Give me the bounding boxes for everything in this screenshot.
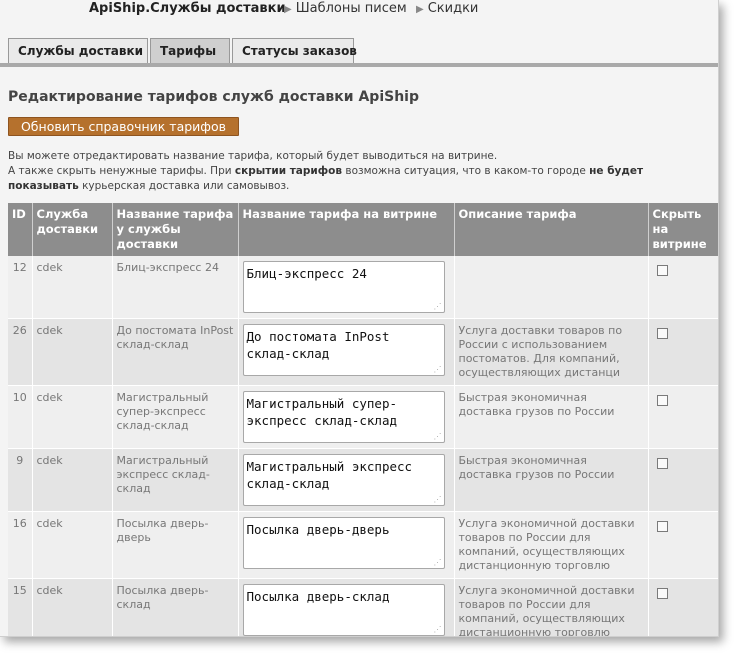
cell-description: Услуга экономичной доставки товаров по Р… [454, 511, 649, 579]
cell-service: cdek [32, 256, 113, 319]
column-header-id: ID [8, 203, 33, 256]
resize-grip-icon[interactable]: ⋰ [434, 496, 442, 504]
info-line-3: показывать курьерская доставка или самов… [8, 179, 643, 194]
display-name-value[interactable]: Блиц-экспресс 24 [247, 266, 367, 281]
table-row: 26 cdek До постомата InPost склад-склад До … [8, 318, 718, 386]
cell-id: 26 [8, 318, 33, 386]
tab-delivery-services[interactable]: Службы доставки [8, 38, 148, 63]
display-name-input[interactable]: Блиц-экспресс 24 ⋰ [242, 261, 445, 313]
info-emphasis: скрытии тарифов [234, 165, 343, 177]
cell-tariff-name: Магистральный экспресс склад-склад [112, 448, 239, 512]
cell-id: 9 [8, 448, 33, 512]
tariffs-table: ID Служба доставки Название тарифа у слу… [8, 203, 718, 636]
info-text-fragment: возможна ситуация, что в каком-то городе [342, 165, 590, 177]
table-row: 9 cdek Магистральный экспресс склад-склад М… [8, 448, 718, 512]
cell-service: cdek [32, 385, 113, 449]
display-name-value[interactable]: Магистральный экспресс склад-склад [247, 459, 420, 491]
tab-order-statuses[interactable]: Статусы заказов [232, 38, 357, 63]
hide-checkbox[interactable] [656, 458, 668, 469]
cell-id: 16 [8, 511, 33, 579]
table-header-row: ID Служба доставки Название тарифа у слу… [8, 203, 718, 256]
display-name-input[interactable]: Посылка дверь-дверь ⋰ [242, 517, 445, 569]
resize-grip-icon[interactable]: ⋰ [434, 433, 442, 441]
table-row: 15 cdek Посылка дверь-склад Посылка дверь-с… [8, 578, 718, 636]
resize-grip-icon[interactable]: ⋰ [434, 626, 442, 634]
cell-tariff-name: Блиц-экспресс 24 [112, 256, 239, 319]
cell-service: cdek [32, 511, 113, 579]
cell-service: cdek [32, 318, 113, 386]
cell-display-name: До постомата InPost склад-склад ⋰ [238, 318, 455, 386]
cell-hide [648, 448, 718, 512]
page-title: Редактирование тарифов служб доставки Ap… [8, 89, 419, 105]
arrow-right-icon: ▶ [284, 4, 292, 15]
cell-display-name: Магистральный супер-экспресс склад-склад… [238, 385, 455, 449]
table-row: 12 cdek Блиц-экспресс 24 Блиц-экспресс 24 ⋰ [8, 256, 718, 319]
nav-link-label[interactable]: Скидки [428, 1, 479, 16]
hide-checkbox[interactable] [656, 588, 668, 599]
nav-link-email-templates[interactable]: ▶ Шаблоны писем [284, 1, 407, 16]
column-header-display-name: Название тарифа на витрине [238, 203, 455, 256]
resize-grip-icon[interactable]: ⋰ [434, 366, 442, 374]
cell-hide [648, 256, 718, 319]
display-name-value[interactable]: Магистральный супер-экспресс склад-склад [247, 396, 398, 428]
display-name-input[interactable]: До постомата InPost склад-склад ⋰ [242, 324, 445, 376]
tab-underline [0, 63, 718, 67]
app-window: ApiShip.Службы доставки ▶ Шаблоны писем ▶… [0, 0, 719, 637]
display-name-input[interactable]: Магистральный экспресс склад-склад ⋰ [242, 454, 445, 506]
hide-checkbox[interactable] [656, 395, 668, 406]
cell-hide [648, 318, 718, 386]
nav-link-discounts[interactable]: ▶ Скидки [416, 1, 478, 16]
cell-hide [648, 578, 718, 636]
resize-grip-icon[interactable]: ⋰ [434, 559, 442, 567]
cell-description [454, 256, 649, 319]
tab-tariffs[interactable]: Тарифы [150, 38, 230, 63]
info-line-2: А также скрыть ненужные тарифы. При скры… [8, 164, 643, 179]
info-text: Вы можете отредактировать название тариф… [8, 149, 643, 194]
info-text-fragment: курьерская доставка или самовывоз. [78, 180, 290, 192]
refresh-tariffs-button[interactable]: Обновить справочник тарифов [8, 117, 239, 136]
cell-hide [648, 385, 718, 449]
table-row: 10 cdek Магистральный супер-экспресс склад… [8, 385, 718, 449]
cell-description: Быстрая экономичная доставка грузов по Р… [454, 385, 649, 449]
cell-hide [648, 511, 718, 579]
display-name-value[interactable]: Посылка дверь-дверь [247, 522, 390, 537]
arrow-right-icon: ▶ [416, 4, 424, 15]
display-name-input[interactable]: Магистральный супер-экспресс склад-склад… [242, 391, 445, 443]
info-emphasis: не будет [589, 165, 644, 177]
app-title: ApiShip.Службы доставки [89, 1, 286, 16]
cell-tariff-name: Посылка дверь-склад [112, 578, 239, 636]
display-name-value[interactable]: Посылка дверь-склад [247, 589, 390, 604]
info-emphasis: показывать [8, 180, 79, 192]
cell-description: Быстрая экономичная доставка грузов по Р… [454, 448, 649, 512]
cell-description: Услуга доставки товаров по России с испо… [454, 318, 649, 386]
cell-service: cdek [32, 448, 113, 512]
cell-description: Услуга экономичной доставки товаров по Р… [454, 578, 649, 636]
cell-display-name: Магистральный экспресс склад-склад ⋰ [238, 448, 455, 512]
cell-tariff-name: Посылка дверь-дверь [112, 511, 239, 579]
info-text-fragment: А также скрыть ненужные тарифы. При [8, 165, 235, 177]
display-name-input[interactable]: Посылка дверь-склад ⋰ [242, 584, 445, 636]
cell-display-name: Посылка дверь-склад ⋰ [238, 578, 455, 636]
cell-service: cdek [32, 578, 113, 636]
column-header-tariff-name: Название тарифа у службы доставки [112, 203, 239, 256]
cell-id: 10 [8, 385, 33, 449]
cell-tariff-name: До постомата InPost склад-склад [112, 318, 239, 386]
resize-grip-icon[interactable]: ⋰ [434, 303, 442, 311]
hide-checkbox[interactable] [656, 328, 668, 339]
cell-id: 15 [8, 578, 33, 636]
top-navigation: ApiShip.Службы доставки ▶ Шаблоны писем ▶… [0, 0, 718, 22]
nav-link-label[interactable]: Шаблоны писем [296, 1, 407, 16]
cell-display-name: Посылка дверь-дверь ⋰ [238, 511, 455, 579]
cell-id: 12 [8, 256, 33, 319]
hide-checkbox[interactable] [656, 521, 668, 532]
cell-display-name: Блиц-экспресс 24 ⋰ [238, 256, 455, 319]
info-line-1: Вы можете отредактировать название тариф… [8, 150, 498, 162]
display-name-value[interactable]: До постомата InPost склад-склад [247, 329, 398, 361]
column-header-service: Служба доставки [32, 203, 113, 256]
column-header-hide: Скрыть на витрине [648, 203, 718, 256]
table-row: 16 cdek Посылка дверь-дверь Посылка дверь-д… [8, 511, 718, 579]
column-header-description: Описание тарифа [454, 203, 649, 256]
cell-tariff-name: Магистральный супер-экспресс склад-склад [112, 385, 239, 449]
hide-checkbox[interactable] [656, 265, 668, 276]
